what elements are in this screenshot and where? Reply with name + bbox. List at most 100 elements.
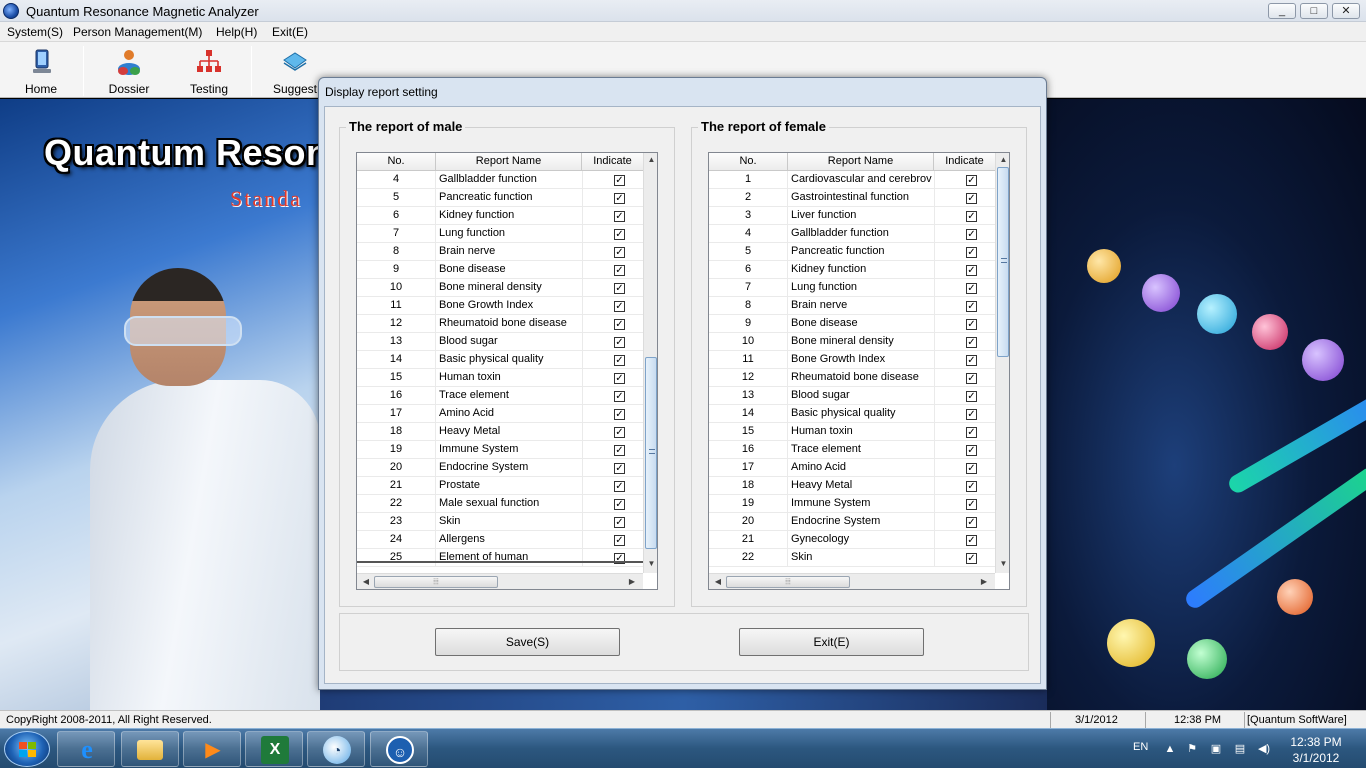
table-row[interactable]: 12 Rheumatoid bone disease ✓ bbox=[709, 369, 995, 387]
taskbar-internet-explorer[interactable]: e bbox=[57, 731, 115, 767]
table-row[interactable]: 20 Endocrine System ✓ bbox=[357, 459, 643, 477]
menu-help[interactable]: Help(H) bbox=[216, 25, 257, 39]
indicate-checkbox[interactable]: ✓ bbox=[966, 499, 977, 510]
table-row[interactable]: 13 Blood sugar ✓ bbox=[357, 333, 643, 351]
table-row[interactable]: 15 Human toxin ✓ bbox=[709, 423, 995, 441]
indicate-checkbox[interactable]: ✓ bbox=[966, 229, 977, 240]
table-row[interactable]: 9 Bone disease ✓ bbox=[357, 261, 643, 279]
indicate-checkbox[interactable]: ✓ bbox=[966, 517, 977, 528]
indicate-checkbox[interactable]: ✓ bbox=[966, 535, 977, 546]
indicate-checkbox[interactable]: ✓ bbox=[614, 427, 625, 438]
table-row[interactable]: 2 Gastrointestinal function ✓ bbox=[709, 189, 995, 207]
indicate-checkbox[interactable]: ✓ bbox=[966, 355, 977, 366]
indicate-checkbox[interactable]: ✓ bbox=[614, 355, 625, 366]
table-row[interactable]: 8 Brain nerve ✓ bbox=[709, 297, 995, 315]
indicate-checkbox[interactable]: ✓ bbox=[614, 301, 625, 312]
maximize-button[interactable]: □ bbox=[1300, 3, 1328, 19]
column-header-no[interactable]: No. bbox=[357, 153, 436, 171]
indicate-checkbox[interactable]: ✓ bbox=[614, 193, 625, 204]
column-header-indicate[interactable]: Indicate bbox=[934, 153, 996, 171]
menu-exit[interactable]: Exit(E) bbox=[272, 25, 308, 39]
indicate-checkbox[interactable]: ✓ bbox=[966, 337, 977, 348]
table-row[interactable]: 4 Gallbladder function ✓ bbox=[357, 171, 643, 189]
table-row[interactable]: 11 Bone Growth Index ✓ bbox=[357, 297, 643, 315]
table-row[interactable]: 9 Bone disease ✓ bbox=[709, 315, 995, 333]
table-row[interactable]: 18 Heavy Metal ✓ bbox=[709, 477, 995, 495]
table-row[interactable]: 14 Basic physical quality ✓ bbox=[709, 405, 995, 423]
indicate-checkbox[interactable]: ✓ bbox=[966, 283, 977, 294]
table-row[interactable]: 11 Bone Growth Index ✓ bbox=[709, 351, 995, 369]
table-row[interactable]: 21 Prostate ✓ bbox=[357, 477, 643, 495]
indicate-checkbox[interactable]: ✓ bbox=[966, 211, 977, 222]
action-center-flag-icon[interactable]: ⚑ bbox=[1184, 741, 1200, 757]
scroll-thumb[interactable] bbox=[997, 167, 1009, 357]
indicate-checkbox[interactable]: ✓ bbox=[966, 481, 977, 492]
indicate-checkbox[interactable]: ✓ bbox=[614, 265, 625, 276]
indicate-checkbox[interactable]: ✓ bbox=[614, 283, 625, 294]
table-row[interactable]: 7 Lung function ✓ bbox=[357, 225, 643, 243]
indicate-checkbox[interactable]: ✓ bbox=[966, 445, 977, 456]
indicate-checkbox[interactable]: ✓ bbox=[614, 247, 625, 258]
indicate-checkbox[interactable]: ✓ bbox=[614, 409, 625, 420]
table-row[interactable]: 17 Amino Acid ✓ bbox=[357, 405, 643, 423]
table-row[interactable]: 15 Human toxin ✓ bbox=[357, 369, 643, 387]
table-row[interactable]: 13 Blood sugar ✓ bbox=[709, 387, 995, 405]
scroll-right-arrow-icon[interactable]: ▶ bbox=[977, 575, 991, 589]
female-vertical-scrollbar[interactable]: ▲ ▼ bbox=[995, 153, 1009, 573]
scroll-down-arrow-icon[interactable]: ▼ bbox=[644, 557, 657, 571]
save-button[interactable]: Save(S) bbox=[435, 628, 620, 656]
home-button[interactable]: Home bbox=[6, 42, 76, 98]
table-row[interactable]: 18 Heavy Metal ✓ bbox=[357, 423, 643, 441]
table-row[interactable]: 21 Gynecology ✓ bbox=[709, 531, 995, 549]
dossier-button[interactable]: Dossier bbox=[94, 42, 164, 98]
column-header-report-name[interactable]: Report Name bbox=[788, 153, 934, 171]
scroll-thumb-horizontal[interactable]: ⦙⦙⦙ bbox=[726, 576, 850, 588]
table-row[interactable]: 17 Amino Acid ✓ bbox=[709, 459, 995, 477]
indicate-checkbox[interactable]: ✓ bbox=[614, 517, 625, 528]
menu-system[interactable]: System(S) bbox=[7, 25, 63, 39]
male-vertical-scrollbar[interactable]: ▲ ▼ bbox=[643, 153, 657, 573]
indicate-checkbox[interactable]: ✓ bbox=[966, 301, 977, 312]
indicate-checkbox[interactable]: ✓ bbox=[966, 373, 977, 384]
table-row[interactable]: 16 Trace element ✓ bbox=[709, 441, 995, 459]
show-hidden-icons-icon[interactable]: ▲ bbox=[1162, 741, 1178, 757]
table-row[interactable]: 3 Liver function ✓ bbox=[709, 207, 995, 225]
language-indicator[interactable]: EN bbox=[1133, 741, 1148, 753]
scroll-right-arrow-icon[interactable]: ▶ bbox=[625, 575, 639, 589]
indicate-checkbox[interactable]: ✓ bbox=[614, 175, 625, 186]
column-header-no[interactable]: No. bbox=[709, 153, 788, 171]
scroll-up-arrow-icon[interactable]: ▲ bbox=[996, 153, 1009, 167]
indicate-checkbox[interactable]: ✓ bbox=[966, 391, 977, 402]
device-icon[interactable]: ▣ bbox=[1208, 741, 1224, 757]
table-row[interactable]: 25 Element of human ✓ bbox=[357, 549, 643, 567]
exit-button[interactable]: Exit(E) bbox=[739, 628, 924, 656]
table-row[interactable]: 23 Skin ✓ bbox=[357, 513, 643, 531]
taskbar-clock[interactable]: 12:38 PM 3/1/2012 bbox=[1282, 734, 1350, 766]
table-row[interactable]: 6 Kidney function ✓ bbox=[357, 207, 643, 225]
indicate-checkbox[interactable]: ✓ bbox=[966, 193, 977, 204]
menu-person-management[interactable]: Person Management(M) bbox=[73, 25, 202, 39]
indicate-checkbox[interactable]: ✓ bbox=[614, 463, 625, 474]
indicate-checkbox[interactable]: ✓ bbox=[966, 175, 977, 186]
female-horizontal-scrollbar[interactable]: ◀ ⦙⦙⦙ ▶ bbox=[709, 573, 995, 589]
table-row[interactable]: 22 Male sexual function ✓ bbox=[357, 495, 643, 513]
scroll-up-arrow-icon[interactable]: ▲ bbox=[644, 153, 657, 167]
indicate-checkbox[interactable]: ✓ bbox=[614, 337, 625, 348]
column-header-indicate[interactable]: Indicate bbox=[582, 153, 644, 171]
table-row[interactable]: 5 Pancreatic function ✓ bbox=[709, 243, 995, 261]
indicate-checkbox[interactable]: ✓ bbox=[966, 247, 977, 258]
indicate-checkbox[interactable]: ✓ bbox=[614, 229, 625, 240]
column-header-report-name[interactable]: Report Name bbox=[436, 153, 582, 171]
taskbar-file-explorer[interactable] bbox=[121, 731, 179, 767]
table-row[interactable]: 20 Endocrine System ✓ bbox=[709, 513, 995, 531]
table-row[interactable]: 16 Trace element ✓ bbox=[357, 387, 643, 405]
indicate-checkbox[interactable]: ✓ bbox=[614, 319, 625, 330]
indicate-checkbox[interactable]: ✓ bbox=[614, 391, 625, 402]
minimize-button[interactable]: _ bbox=[1268, 3, 1296, 19]
table-row[interactable]: 4 Gallbladder function ✓ bbox=[709, 225, 995, 243]
male-horizontal-scrollbar[interactable]: ◀ ⦙⦙⦙ ▶ bbox=[357, 573, 643, 589]
scroll-down-arrow-icon[interactable]: ▼ bbox=[996, 557, 1009, 571]
indicate-checkbox[interactable]: ✓ bbox=[966, 553, 977, 564]
taskbar-accessibility-app[interactable]: ☺ bbox=[370, 731, 428, 767]
indicate-checkbox[interactable]: ✓ bbox=[614, 211, 625, 222]
